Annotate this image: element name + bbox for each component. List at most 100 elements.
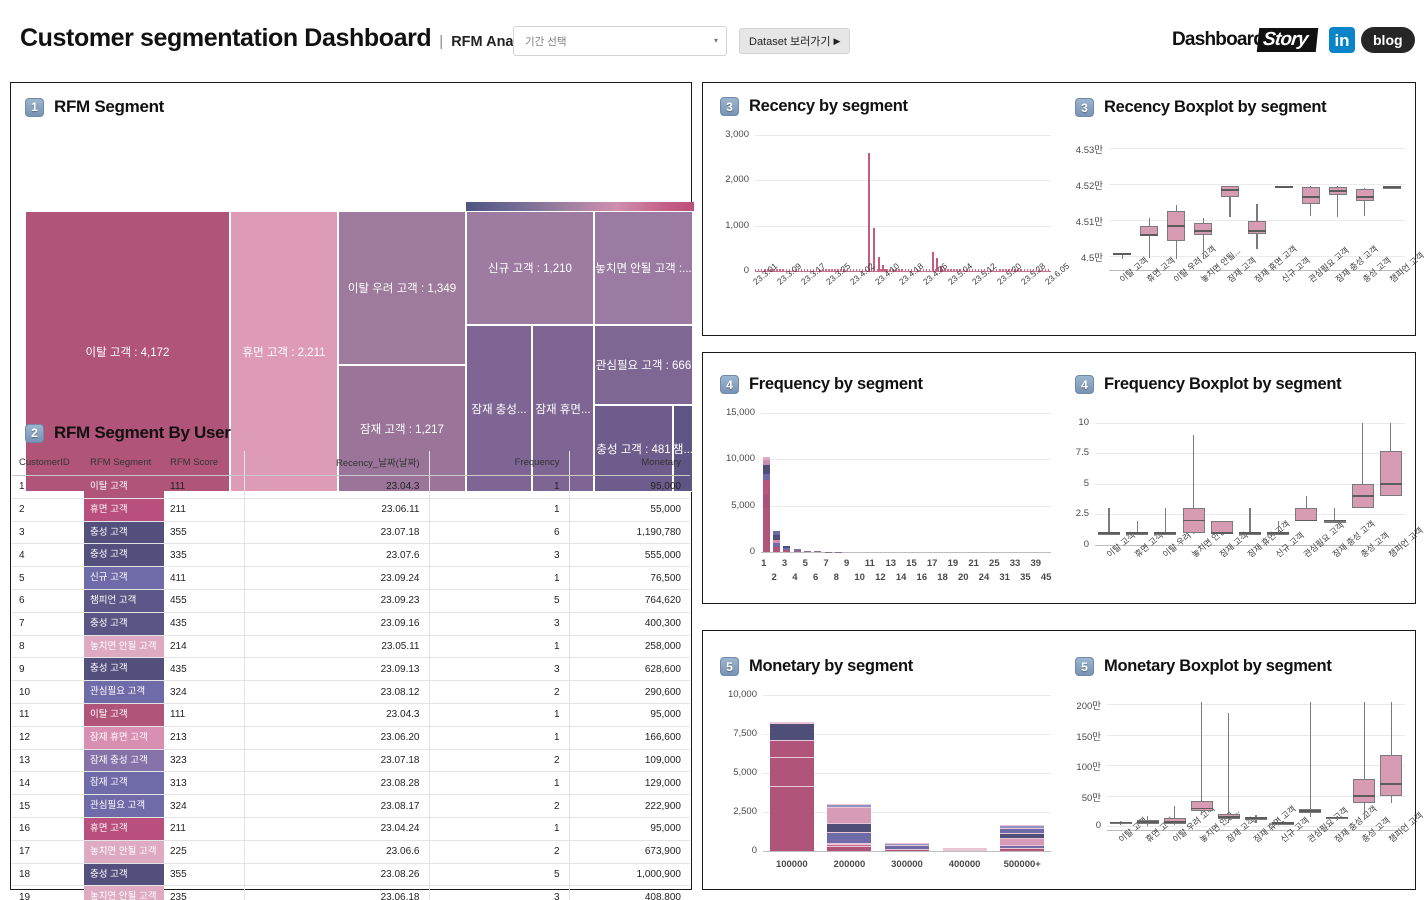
bar-segment[interactable] bbox=[942, 847, 987, 849]
table-row[interactable]: 2 휴면 고객 211 23.06.11 1 55,000 bbox=[12, 498, 690, 522]
bar-segment[interactable] bbox=[1000, 845, 1045, 849]
table-row[interactable]: 12 잠재 휴면 고객 213 23.06.20 1 166,600 bbox=[12, 726, 690, 750]
cell-frequency: 3 bbox=[428, 657, 569, 682]
bar-segment[interactable] bbox=[783, 545, 791, 548]
bar-segment[interactable] bbox=[762, 508, 770, 552]
treemap-cell[interactable]: 관심필요 고객 : 666 bbox=[594, 325, 693, 405]
cell-rfm-segment: 챔피언 고객 bbox=[84, 589, 164, 613]
boxplot-box[interactable] bbox=[1380, 755, 1403, 797]
bar-segment[interactable] bbox=[827, 832, 872, 843]
treemap-cell[interactable]: 이탈 고객 : 4,172 bbox=[25, 211, 230, 492]
table-column-header: RFM Segment bbox=[84, 451, 164, 476]
table-row[interactable]: 15 관심필요 고객 324 23.08.17 2 222,900 bbox=[12, 794, 690, 818]
bar-segment[interactable] bbox=[769, 721, 814, 724]
treemap-cell[interactable]: 휴면 고객 : 2,211 bbox=[230, 211, 338, 492]
boxplot-box[interactable] bbox=[1301, 187, 1320, 204]
recency-boxplot-chart[interactable]: 4.5만 4.51만 4.52만 4.53만 이탈 고객 휴면 고객 이탈 우려 고객 놓치면… bbox=[1061, 127, 1426, 332]
cell-recency: 23.06.6 bbox=[243, 840, 429, 864]
bar-segment[interactable] bbox=[804, 550, 812, 552]
cell-recency: 23.06.11 bbox=[243, 498, 429, 522]
bar-segment[interactable] bbox=[769, 756, 814, 787]
boxplot-box[interactable] bbox=[1190, 801, 1213, 812]
table-row[interactable]: 6 챔피언 고객 455 23.09.23 5 764,620 bbox=[12, 589, 690, 613]
bar-segment[interactable] bbox=[773, 539, 781, 544]
bar[interactable] bbox=[878, 257, 881, 271]
bar-segment[interactable] bbox=[824, 551, 832, 553]
bar-segment[interactable] bbox=[762, 464, 770, 474]
table-row[interactable]: 5 신규 고객 411 23.09.24 1 76,500 bbox=[12, 566, 690, 590]
bar-segment[interactable] bbox=[827, 822, 872, 833]
bar-segment[interactable] bbox=[773, 534, 781, 540]
bar-segment[interactable] bbox=[762, 494, 770, 509]
bar-segment[interactable] bbox=[783, 547, 791, 551]
bar-segment[interactable] bbox=[885, 849, 929, 851]
bar-segment[interactable] bbox=[827, 807, 872, 823]
bar-segment[interactable] bbox=[827, 842, 872, 845]
cell-rfm-score: 111 bbox=[164, 475, 244, 499]
boxplot-box[interactable] bbox=[1248, 221, 1266, 235]
table-row[interactable]: 9 충성 고객 435 23.09.13 3 628,600 bbox=[12, 657, 690, 682]
table-row[interactable]: 19 놓치면 안될 고객 235 23.06.18 3 408,800 bbox=[12, 885, 690, 900]
boxplot-box[interactable] bbox=[1210, 520, 1233, 533]
bar-segment[interactable] bbox=[762, 479, 770, 495]
monetary-boxplot-chart[interactable]: 0 50만 100만 150만 200만 이탈 고객 휴면 고객 이탈 우려 고객 놓치면 안될… bbox=[1061, 687, 1425, 892]
bar-segment[interactable] bbox=[827, 804, 872, 807]
bar-segment[interactable] bbox=[1000, 837, 1045, 846]
linkedin-icon[interactable]: in bbox=[1329, 27, 1355, 53]
table-row[interactable]: 7 충성 고객 435 23.09.16 3 400,300 bbox=[12, 612, 690, 636]
frequency-boxplot-chart[interactable]: 0 2.5 5 7.5 10 이탈 고객 휴면 고객 이탈 우려 고객 놓치면 안될... 잠재 … bbox=[1061, 405, 1425, 603]
bar-segment[interactable] bbox=[769, 723, 814, 741]
bar-segment[interactable] bbox=[1000, 832, 1045, 838]
cell-frequency: 5 bbox=[428, 589, 569, 613]
bar-segment[interactable] bbox=[762, 457, 770, 461]
bar-segment[interactable] bbox=[827, 845, 872, 851]
table-row[interactable]: 17 놓치면 안될 고객 225 23.06.6 2 673,900 bbox=[12, 840, 690, 864]
treemap-cell[interactable]: 놓치면 안될 고객 :... bbox=[594, 211, 693, 325]
monetary-histogram-chart[interactable]: 0 2,500 5,000 7,500 10,000 100000 200000 300000… bbox=[717, 687, 1057, 887]
boxplot-box[interactable] bbox=[1353, 778, 1376, 803]
boxplot-box[interactable] bbox=[1379, 450, 1402, 497]
bar-segment[interactable] bbox=[1000, 828, 1045, 833]
period-select[interactable]: 기간 선택 ▾ bbox=[513, 26, 727, 56]
bar-segment[interactable] bbox=[773, 547, 781, 552]
bar-segment[interactable] bbox=[769, 740, 814, 757]
boxplot-box[interactable] bbox=[1355, 188, 1374, 201]
table-row[interactable]: 14 잠재 고객 313 23.08.28 1 129,000 bbox=[12, 771, 690, 796]
treemap-cell[interactable]: 신규 고객 : 1,210 bbox=[466, 211, 594, 325]
bar-segment[interactable] bbox=[885, 842, 929, 846]
bar-segment[interactable] bbox=[1000, 825, 1045, 829]
bar-segment[interactable] bbox=[769, 786, 814, 851]
table-row[interactable]: 18 충성 고객 355 23.08.26 5 1,000,900 bbox=[12, 863, 690, 887]
frequency-chart-header: 4 Frequency by segment bbox=[720, 375, 923, 394]
boxplot-box[interactable] bbox=[1295, 508, 1318, 521]
bar-segment[interactable] bbox=[827, 844, 872, 846]
bar-segment[interactable] bbox=[885, 845, 929, 850]
bar-segment[interactable] bbox=[814, 551, 822, 553]
bar-segment[interactable] bbox=[793, 549, 801, 552]
bar-segment[interactable] bbox=[835, 551, 843, 553]
bar[interactable] bbox=[867, 153, 870, 271]
table-row[interactable]: 3 충성 고객 355 23.07.18 6 1,190,780 bbox=[12, 521, 690, 545]
bar-segment[interactable] bbox=[1000, 848, 1045, 851]
table-row[interactable]: 1 이탈 고객 111 23.04.3 1 95,000 bbox=[12, 475, 690, 499]
table-row[interactable]: 16 휴면 고객 211 23.04.24 1 95,000 bbox=[12, 817, 690, 841]
bar-segment[interactable] bbox=[762, 473, 770, 480]
table-row[interactable]: 4 충성 고객 335 23.07.6 3 555,000 bbox=[12, 543, 690, 568]
table-row[interactable]: 8 놓치면 안될 고객 214 23.05.11 1 258,000 bbox=[12, 635, 690, 659]
blog-icon[interactable]: blog bbox=[1361, 27, 1415, 53]
rfm-treemap[interactable]: 이탈 고객 : 4,172 휴면 고객 : 2,211 이탈 우려 고객 : 1,3… bbox=[25, 211, 693, 492]
bar-segment[interactable] bbox=[762, 460, 770, 465]
table-row[interactable]: 10 관심필요 고객 324 23.08.12 2 290,600 bbox=[12, 680, 690, 704]
dataset-button[interactable]: Dataset 보러가기 ▶ bbox=[739, 28, 851, 54]
table-row[interactable]: 11 이탈 고객 111 23.04.3 1 95,000 bbox=[12, 703, 690, 727]
frequency-histogram-chart[interactable]: 0 5,000 10,000 15,000 1 3 5 7 9 11 13 15 17 19 21 25 33 3… bbox=[717, 405, 1057, 600]
bar-segment[interactable] bbox=[773, 543, 781, 548]
table-row[interactable]: 13 잠재 충성 고객 323 23.07.18 2 109,000 bbox=[12, 749, 690, 773]
treemap-cell[interactable]: 이탈 우려 고객 : 1,349 bbox=[338, 211, 466, 365]
bar-segment[interactable] bbox=[773, 530, 781, 535]
gridline bbox=[1095, 453, 1405, 455]
bar-segment[interactable] bbox=[783, 550, 791, 552]
bar-segment[interactable] bbox=[942, 849, 987, 851]
rfm-user-table[interactable]: CustomerID RFM Segment RFM Score Recency_날짜… bbox=[12, 451, 690, 900]
recency-histogram-chart[interactable]: 0 1,000 2,000 3,000 23.3.01 23.3.09 23.3.17 23.… bbox=[717, 127, 1071, 327]
